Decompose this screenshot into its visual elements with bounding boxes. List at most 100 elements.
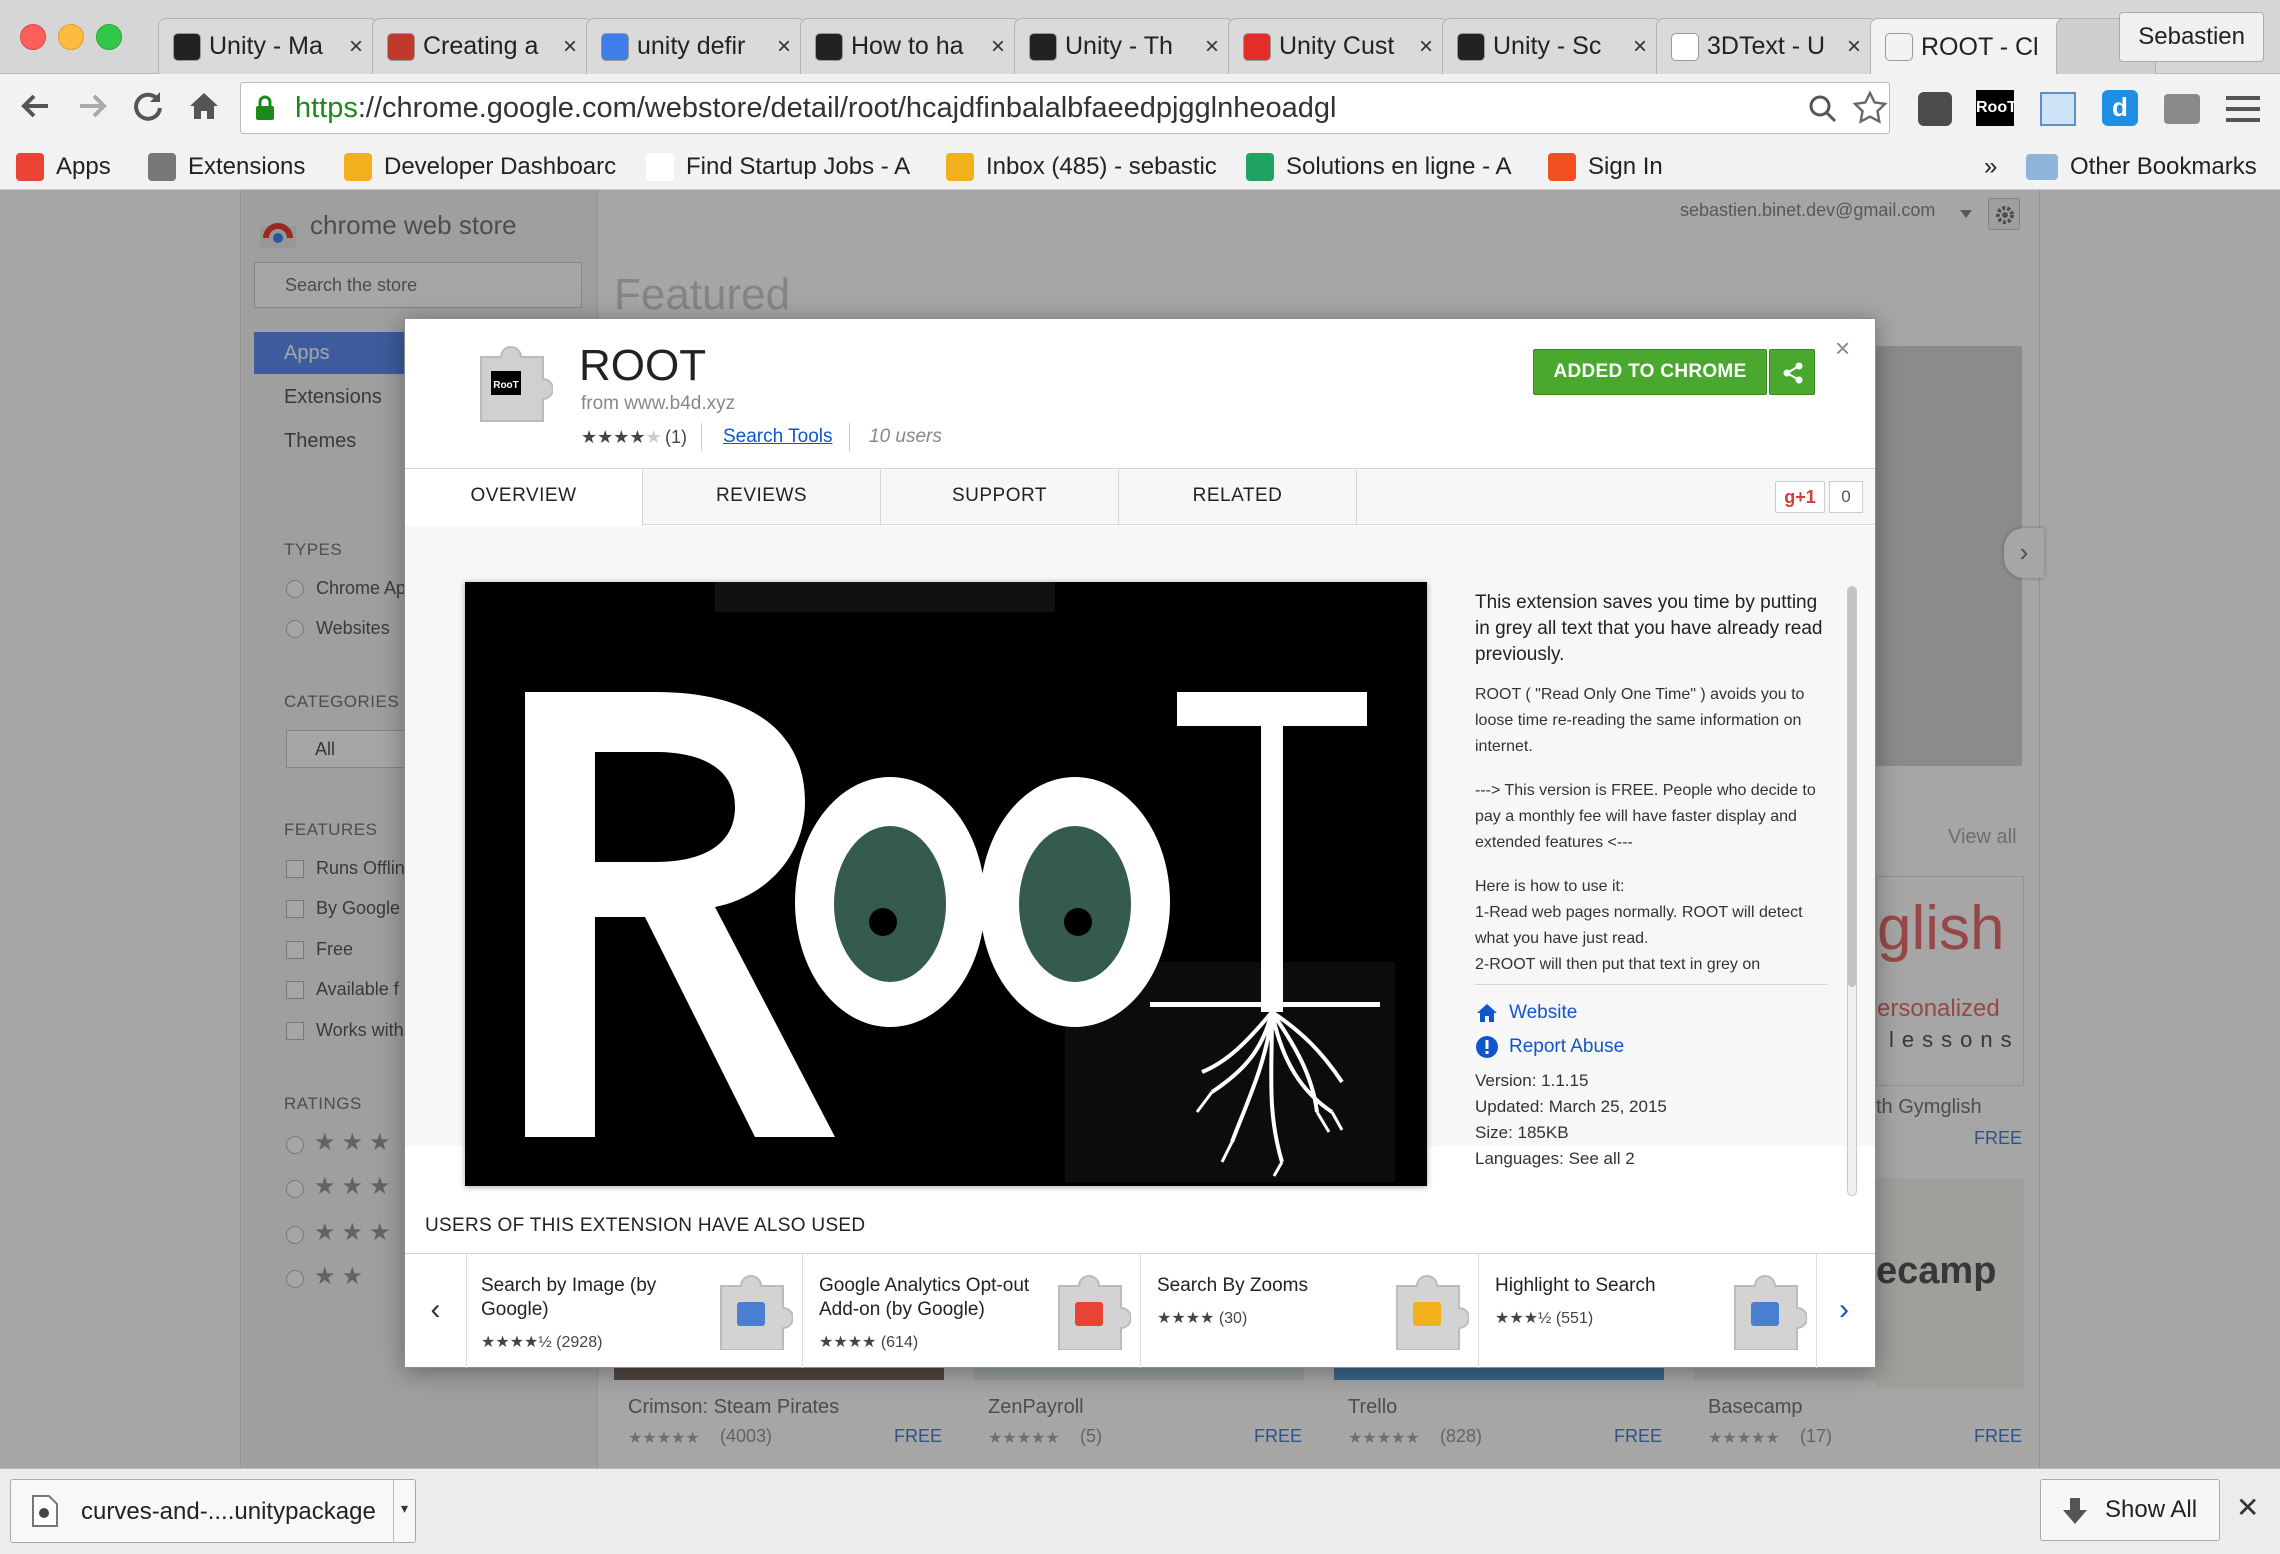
bookmark-label: Extensions <box>188 153 306 180</box>
extension-screenshot[interactable] <box>465 582 1427 1186</box>
tab-close-icon[interactable]: × <box>563 33 577 61</box>
profile-button[interactable]: Sebastien <box>2119 12 2264 62</box>
browser-tab[interactable]: Creating a × <box>372 18 592 74</box>
tab-overview[interactable]: OVERVIEW <box>405 469 643 526</box>
related-extension-rating: ★★★★ (614) <box>819 1332 918 1352</box>
tab-close-icon[interactable]: × <box>1633 33 1647 61</box>
download-item[interactable]: curves-and-....unitypackage ▾ <box>10 1479 416 1543</box>
description-paragraph: 2-ROOT will then put that text in grey o… <box>1475 956 1761 973</box>
zoom-window-button[interactable] <box>96 24 122 50</box>
minimize-window-button[interactable] <box>58 24 84 50</box>
tab-close-icon[interactable]: × <box>1205 33 1219 61</box>
bookmark-item[interactable]: Apps <box>16 148 111 186</box>
related-extension-card[interactable]: Highlight to Search ★★★½ (551) <box>1481 1254 1817 1368</box>
tab-close-icon[interactable]: × <box>991 33 1005 61</box>
bookmark-item[interactable]: Solutions en ligne - A <box>1246 148 1511 186</box>
category-link[interactable]: Search Tools <box>723 426 833 448</box>
tab-support[interactable]: SUPPORT <box>881 469 1119 525</box>
related-extension-rating-count: (614) <box>880 1334 919 1351</box>
description-paragraph: 1-Read web pages normally. ROOT will det… <box>1475 904 1803 947</box>
tab-close-icon[interactable]: × <box>1847 33 1861 61</box>
also-used-carousel: ‹ Search by Image (by Google) ★★★★½ (2928… <box>405 1253 1875 1368</box>
back-button[interactable] <box>14 88 58 130</box>
carousel-next-button[interactable]: › <box>1813 1254 1875 1368</box>
hamburger-menu-icon[interactable] <box>2226 94 2260 124</box>
bookmark-item[interactable]: Sign In <box>1548 148 1663 186</box>
other-bookmarks[interactable]: Other Bookmarks <box>2026 148 2257 186</box>
browser-tab[interactable]: 3DText - U × <box>1656 18 1876 74</box>
share-button[interactable] <box>1769 349 1815 395</box>
browser-tab[interactable]: Unity Cust × <box>1228 18 1448 74</box>
tab-title: Unity - Th <box>1065 32 1173 60</box>
bookmark-item[interactable]: Inbox (485) - sebastic <box>946 148 1217 186</box>
pencil-extension-icon[interactable] <box>2164 94 2200 124</box>
tab-title: How to ha <box>851 32 964 60</box>
website-link[interactable]: Website <box>1475 996 1835 1030</box>
reload-button[interactable] <box>126 88 170 130</box>
browser-tab[interactable]: Unity - Sc × <box>1442 18 1662 74</box>
root-extension-puzzle-icon: RooT <box>480 346 553 422</box>
description-panel: This extension saves you time by putting… <box>1475 590 1825 978</box>
root-extension-icon[interactable]: RooT <box>1976 90 2017 126</box>
web-page: chrome web store Apps Extensions Themes … <box>0 190 2280 1468</box>
related-extension-name: Search By Zooms <box>1157 1275 1308 1296</box>
also-used-heading: USERS OF THIS EXTENSION HAVE ALSO USED <box>425 1215 866 1236</box>
dialog-close-button[interactable]: × <box>1835 333 1850 364</box>
unity-icon <box>815 32 843 61</box>
bookmark-item[interactable]: Extensions <box>148 148 305 186</box>
added-to-chrome-button[interactable]: ADDED TO CHROME <box>1533 349 1767 395</box>
d-extension-icon[interactable]: d <box>2102 90 2138 126</box>
screenshot-extension-icon[interactable] <box>2040 92 2076 126</box>
rating-stars-icon: ★★★★ <box>819 1334 881 1351</box>
related-extension-name: Search by Image (by Google) <box>481 1275 657 1320</box>
related-extension-rating: ★★★½ (551) <box>1495 1308 1593 1328</box>
bookmark-item[interactable]: Find Startup Jobs - A <box>646 148 910 186</box>
google-plus-count: 0 <box>1829 481 1863 513</box>
tab-close-icon[interactable]: × <box>777 33 791 61</box>
related-extension-card[interactable]: Search By Zooms ★★★★ (30) <box>1143 1254 1479 1368</box>
browser-tab[interactable]: Unity - Th × <box>1014 18 1234 74</box>
tab-close-icon[interactable]: × <box>1419 33 1433 61</box>
tab-related[interactable]: RELATED <box>1119 469 1357 525</box>
home-button[interactable] <box>182 88 226 130</box>
bookmark-star-icon[interactable] <box>1852 90 1888 126</box>
tab-reviews[interactable]: REVIEWS <box>643 469 881 525</box>
forward-button[interactable] <box>70 88 114 130</box>
reload-icon <box>134 92 162 121</box>
search-page-icon <box>1734 1275 1807 1350</box>
show-all-downloads-button[interactable]: Show All <box>2040 1479 2220 1541</box>
evernote-extension-icon[interactable] <box>1918 92 1952 126</box>
dialog-header: RooT ROOT from www.b4d.xyz ★★★★★ (1) Sea… <box>405 319 1875 469</box>
cubes-icon <box>387 32 415 61</box>
report-abuse-link[interactable]: Report Abuse <box>1475 1030 1835 1064</box>
bookmark-label: Sign In <box>1588 153 1663 180</box>
file-icon <box>32 1495 58 1527</box>
website-label: Website <box>1509 1002 1578 1023</box>
webstore-icon <box>1885 33 1913 61</box>
description-scrollbar[interactable] <box>1847 586 1857 1196</box>
browser-tab[interactable]: unity defir × <box>586 18 806 74</box>
close-shelf-button[interactable]: ✕ <box>2236 1491 2259 1524</box>
carousel-prev-button[interactable]: ‹ <box>405 1254 467 1368</box>
bookmark-item[interactable]: Developer Dashboarc <box>344 148 616 186</box>
download-menu-button[interactable]: ▾ <box>393 1480 415 1542</box>
related-extension-card[interactable]: Google Analytics Opt-out Add-on (by Goog… <box>805 1254 1141 1368</box>
scrollbar-thumb[interactable] <box>1848 587 1856 987</box>
related-extension-card[interactable]: Search by Image (by Google) ★★★★½ (2928) <box>467 1254 803 1368</box>
address-bar[interactable]: https://chrome.google.com/webstore/detai… <box>240 82 1890 134</box>
tab-close-icon[interactable]: × <box>349 33 363 61</box>
home-icon <box>1477 1004 1497 1022</box>
close-window-button[interactable] <box>20 24 46 50</box>
tab-title: Unity Cust <box>1279 32 1395 60</box>
google-plus-button[interactable]: g+1 <box>1775 481 1825 513</box>
report-abuse-label: Report Abuse <box>1509 1036 1625 1057</box>
browser-tab[interactable]: How to ha × <box>800 18 1020 74</box>
magnifier-zoom-icon <box>1396 1275 1469 1350</box>
share-icon <box>1783 362 1803 384</box>
browser-tab[interactable]: Unity - Ma × <box>158 18 378 74</box>
bookmarks-overflow-button[interactable]: » <box>1984 148 1997 186</box>
download-filename: curves-and-....unitypackage <box>81 1498 376 1525</box>
zoom-magnifier-icon[interactable] <box>1808 94 1838 124</box>
related-extension-rating-count: (2928) <box>556 1334 603 1351</box>
languages-text[interactable]: Languages: See all 2 <box>1475 1146 1835 1172</box>
